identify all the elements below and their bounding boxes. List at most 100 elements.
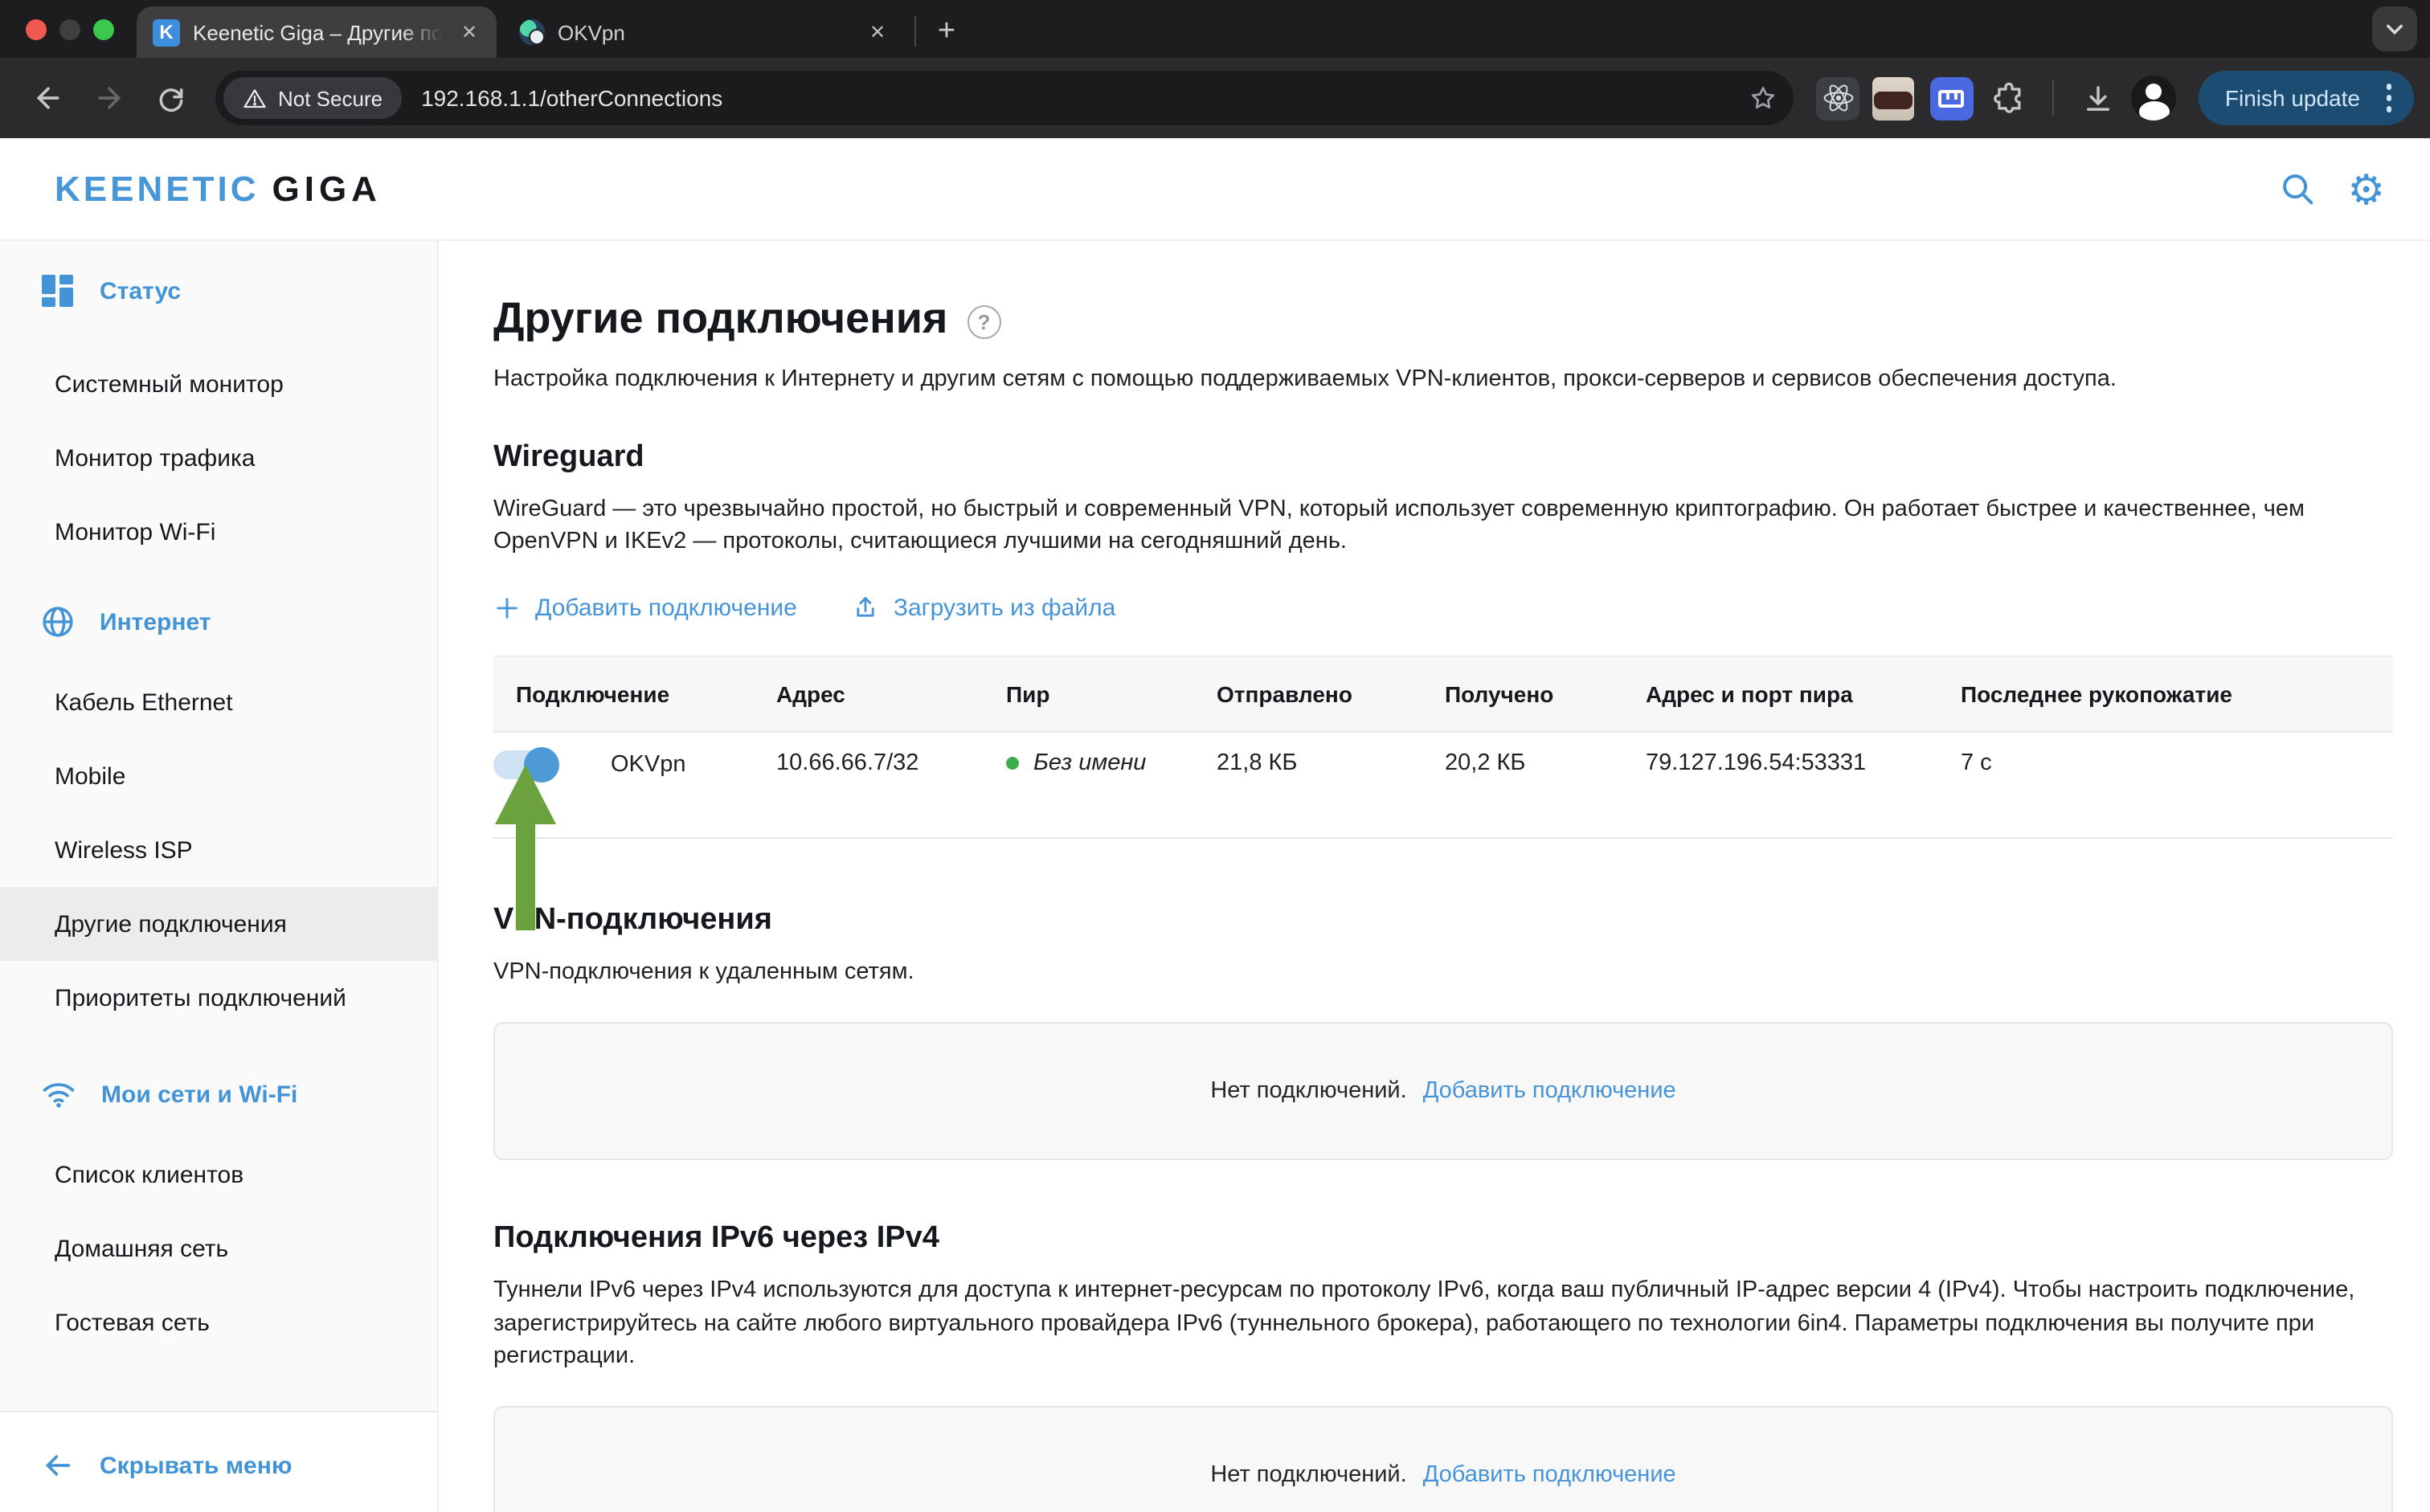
chevron-down-icon	[2383, 18, 2406, 40]
downloads-button[interactable]	[2074, 74, 2122, 122]
reload-button[interactable]	[145, 72, 196, 124]
sidebar-item-system-monitor[interactable]: Системный монитор	[0, 347, 437, 421]
sent-bytes: 21,8 КБ	[1194, 733, 1422, 776]
tab-title: OKVpn	[558, 20, 850, 44]
collapse-menu-label: Скрывать меню	[100, 1452, 292, 1479]
column-header: Подключение	[493, 681, 754, 707]
new-tab-button[interactable]: +	[926, 11, 968, 53]
wireguard-heading: Wireguard	[493, 439, 2393, 475]
ipv6-heading: Подключения IPv6 через IPv4	[493, 1222, 2393, 1257]
table-header-row: Подключение Адрес Пир Отправлено Получен…	[493, 656, 2393, 733]
ruler-extension-icon[interactable]	[1928, 74, 1976, 122]
macos-window-controls	[0, 0, 137, 58]
sidebar-section-internet[interactable]: Интернет	[0, 601, 437, 643]
vpn-empty-state: Нет подключений. Добавить подключение	[493, 1023, 2393, 1161]
vpn-heading: VPN-подключения	[493, 903, 2393, 938]
ipv6-add-connection-link[interactable]: Добавить подключение	[1423, 1463, 1676, 1489]
tab-keenetic[interactable]: K Keenetic Giga – Другие подк ✕	[137, 6, 497, 58]
collapse-menu-button[interactable]: Скрывать меню	[0, 1411, 437, 1512]
connection-name: OKVpn	[611, 752, 686, 778]
sidebar-item-guest-network[interactable]: Гостевая сеть	[0, 1285, 437, 1359]
sidebar-item-home-network[interactable]: Домашняя сеть	[0, 1212, 437, 1285]
window-minimize-button[interactable]	[59, 18, 80, 39]
vpn-description: VPN-подключения к удаленным сетям.	[493, 956, 2390, 989]
sidebar-item-ethernet[interactable]: Кабель Ethernet	[0, 665, 437, 739]
sidebar-section-label: Интернет	[100, 608, 211, 635]
sidebar-item-wifi-monitor[interactable]: Монитор Wi-Fi	[0, 495, 437, 569]
peer-endpoint: 79.127.196.54:53331	[1623, 733, 1938, 776]
extensions-puzzle-icon[interactable]	[1986, 74, 2034, 122]
mask-extension-icon[interactable]	[1870, 74, 1918, 122]
table-row[interactable]: OKVpn 10.66.66.7/32 Без имени 21,8 КБ 20…	[493, 733, 2393, 839]
wifi-icon	[40, 1077, 77, 1112]
main-content: Другие подключения ? Настройка подключен…	[439, 241, 2430, 1512]
upload-from-file-link[interactable]: Загрузить из файла	[852, 595, 1116, 622]
wireguard-table: Подключение Адрес Пир Отправлено Получен…	[493, 656, 2393, 839]
brand-keenetic: KEENETIC	[55, 168, 260, 208]
gear-icon[interactable]: ⚙	[2347, 168, 2385, 210]
okvpn-favicon	[519, 19, 545, 45]
column-header: Адрес	[754, 681, 984, 707]
ipv6-empty-state: Нет подключений. Добавить подключение	[493, 1407, 2393, 1512]
column-header: Отправлено	[1194, 681, 1422, 707]
tab-separator	[914, 16, 916, 47]
upload-icon	[852, 595, 879, 622]
search-icon[interactable]	[2278, 170, 2315, 207]
tab-close-icon[interactable]: ✕	[863, 18, 892, 47]
empty-text: Нет подключений.	[1210, 1463, 1406, 1489]
tab-title: Keenetic Giga – Другие подк	[193, 20, 442, 44]
help-icon[interactable]: ?	[967, 304, 1000, 338]
security-chip[interactable]: Not Secure	[223, 77, 402, 119]
window-zoom-button[interactable]	[93, 18, 114, 39]
finish-update-label: Finish update	[2225, 85, 2360, 111]
connection-toggle[interactable]	[493, 750, 558, 779]
sidebar-section-label: Мои сети и Wi-Fi	[101, 1081, 297, 1108]
add-connection-link[interactable]: Добавить подключение	[493, 595, 797, 622]
sidebar-section-status[interactable]: Статус	[0, 270, 437, 312]
browser-tab-strip: K Keenetic Giga – Другие подк ✕ OKVpn ✕ …	[0, 0, 2430, 58]
received-bytes: 20,2 КБ	[1422, 733, 1623, 776]
wireguard-description: WireGuard — это чрезвычайно простой, но …	[493, 492, 2390, 558]
empty-text: Нет подключений.	[1210, 1079, 1406, 1105]
vpn-add-connection-link[interactable]: Добавить подключение	[1423, 1079, 1676, 1105]
bookmark-star-icon[interactable]	[1749, 84, 1778, 112]
site-header: KEENETICGIGA ⚙	[0, 138, 2430, 241]
toggle-knob	[524, 747, 559, 783]
window-close-button[interactable]	[26, 18, 47, 39]
keenetic-favicon: K	[153, 18, 180, 46]
dashboard-icon	[40, 273, 76, 309]
back-button[interactable]	[22, 72, 74, 124]
column-header: Получено	[1422, 681, 1623, 707]
sidebar-item-other-connections[interactable]: Другие подключения	[0, 887, 437, 961]
peer-status-dot	[1006, 757, 1019, 770]
sidebar-item-wireless-isp[interactable]: Wireless ISP	[0, 813, 437, 887]
browser-toolbar: Not Secure 192.168.1.1/otherConnections	[0, 58, 2430, 138]
sidebar-item-client-list[interactable]: Список клиентов	[0, 1138, 437, 1212]
profile-avatar[interactable]	[2132, 76, 2177, 121]
connection-address: 10.66.66.7/32	[754, 733, 984, 776]
react-devtools-extension-icon[interactable]	[1817, 76, 1860, 120]
sidebar-section-my-networks[interactable]: Мои сети и Wi-Fi	[0, 1073, 437, 1115]
tab-okvpn[interactable]: OKVpn ✕	[497, 6, 908, 58]
forward-button[interactable]	[84, 72, 135, 124]
brand-logo: KEENETICGIGA	[55, 168, 382, 210]
column-header: Адрес и порт пира	[1623, 681, 1938, 707]
address-bar[interactable]: Not Secure 192.168.1.1/otherConnections	[215, 71, 1794, 125]
browser-menu-icon[interactable]	[2379, 84, 2398, 112]
page-title: Другие подключения ?	[493, 294, 2393, 344]
sidebar: Статус Системный монитор Монитор трафика…	[0, 241, 439, 1512]
ipv6-description: Туннели IPv6 через IPv4 используются для…	[493, 1275, 2390, 1373]
toolbar-separator	[2053, 80, 2055, 116]
sidebar-item-traffic-monitor[interactable]: Монитор трафика	[0, 421, 437, 495]
tab-search-button[interactable]	[2372, 6, 2417, 51]
tab-close-icon[interactable]: ✕	[455, 18, 484, 47]
peer-name: Без имени	[1033, 750, 1146, 776]
sidebar-item-mobile[interactable]: Mobile	[0, 739, 437, 813]
sidebar-item-connection-priorities[interactable]: Приоритеты подключений	[0, 961, 437, 1035]
warning-triangle-icon	[243, 86, 267, 110]
column-header: Последнее рукопожатие	[1938, 681, 2393, 707]
finish-update-button[interactable]: Finish update	[2199, 71, 2414, 125]
page-intro: Настройка подключения к Интернету и друг…	[493, 365, 2390, 396]
column-header: Пир	[984, 681, 1194, 707]
arrow-left-icon	[40, 1449, 76, 1481]
